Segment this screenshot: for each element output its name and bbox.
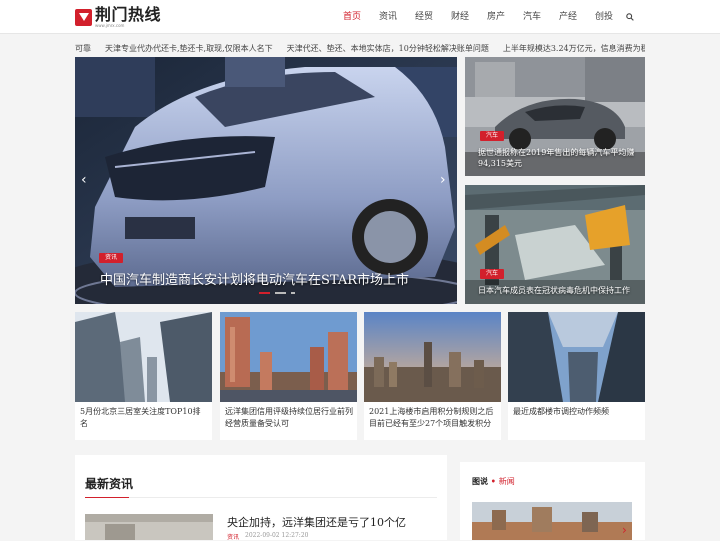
thumb-image bbox=[508, 312, 645, 402]
side-card-tag[interactable]: 汽车 bbox=[480, 131, 505, 141]
nav-item-industry[interactable]: 产经 bbox=[550, 0, 586, 34]
thumb-card[interactable]: 远洋集团信用评级持续位居行业前列 经营质量备受认可 bbox=[220, 312, 357, 440]
side-card[interactable]: 汽车 据世通报称在2019年售出的每辆汽车平均赚94,315美元 bbox=[465, 57, 645, 176]
thumb-title[interactable]: 远洋集团信用评级持续位居行业前列 经营质量备受认可 bbox=[225, 406, 353, 430]
section-heading: 最新资讯 bbox=[85, 477, 134, 491]
aside-sep: • bbox=[490, 476, 496, 486]
ticker-item[interactable]: 上半年规模达3.24万亿元，信息消费为稳增长赋能 bbox=[503, 43, 645, 57]
aside-tab[interactable]: 新闻 bbox=[499, 477, 515, 486]
ticker-item[interactable]: 天津专业代办代还卡,垫还卡,取现,仅限本人名下 bbox=[105, 43, 273, 57]
thumb-card[interactable]: 2021上海楼市启用积分制规则之后目前已经有至少27个项目触发积分 bbox=[364, 312, 501, 440]
side-card[interactable]: 汽车 日本汽车成员表在冠状病毒危机中保持工作 bbox=[465, 185, 645, 304]
chevron-left-icon[interactable]: ‹ bbox=[81, 173, 87, 187]
divider bbox=[85, 497, 437, 498]
side-card-title[interactable]: 日本汽车成员表在冠状病毒危机中保持工作 bbox=[478, 285, 643, 296]
news-ticker: 可靠 天津专业代办代还卡,垫还卡,取现,仅限本人名下 天津代还、垫还、本地实体店… bbox=[75, 43, 645, 57]
nav-item-finance[interactable]: 财经 bbox=[442, 0, 478, 34]
thumb-title[interactable]: 最近成都楼市调控动作频频 bbox=[513, 406, 641, 418]
chevron-right-icon: › bbox=[622, 523, 627, 537]
latest-news-section: 最新资讯 央企加持，远洋集团还是亏了10个亿 资讯 2022-09-02 12:… bbox=[75, 455, 447, 541]
slider-dot[interactable] bbox=[291, 292, 295, 294]
hero-tag[interactable]: 资讯 bbox=[99, 253, 124, 263]
chevron-right-icon[interactable]: › bbox=[440, 173, 446, 187]
news-thumb[interactable] bbox=[85, 514, 213, 540]
slider-dot[interactable] bbox=[275, 292, 286, 294]
slider-dots bbox=[259, 292, 295, 294]
logo-icon bbox=[75, 9, 92, 26]
thumb-card[interactable]: 5月份北京三居室关注度TOP10排名 bbox=[75, 312, 212, 440]
nav-item-realestate[interactable]: 房产 bbox=[478, 0, 514, 34]
nav-item-auto[interactable]: 汽车 bbox=[514, 0, 550, 34]
site-logo[interactable]: 荆门热线 www.jmrx.com bbox=[75, 7, 161, 28]
site-header: 荆门热线 www.jmrx.com 首页 资讯 经贸 财经 房产 汽车 产经 创… bbox=[0, 0, 720, 34]
divider-accent bbox=[85, 497, 129, 498]
thumb-image bbox=[364, 312, 501, 402]
thumb-card[interactable]: 最近成都楼市调控动作频频 bbox=[508, 312, 645, 440]
nav-item-news[interactable]: 资讯 bbox=[370, 0, 406, 34]
hero-slider[interactable]: 资讯 中国汽车制造商长安计划将电动汽车在STAR市场上市 ‹ › bbox=[75, 57, 457, 304]
nav-item-trade[interactable]: 经贸 bbox=[406, 0, 442, 34]
aside-heading: 图说 • 新闻 bbox=[472, 476, 515, 487]
thumb-image bbox=[75, 312, 212, 402]
aside-label: 图说 bbox=[472, 476, 488, 486]
thumb-title[interactable]: 5月份北京三居室关注度TOP10排名 bbox=[80, 406, 208, 430]
nav-item-venture[interactable]: 创投 bbox=[586, 0, 622, 34]
site-name: 荆门热线 bbox=[95, 5, 162, 24]
nav-item-home[interactable]: 首页 bbox=[334, 0, 370, 34]
main-nav: 首页 资讯 经贸 财经 房产 汽车 产经 创投 bbox=[334, 0, 622, 34]
ticker-item[interactable]: 天津代还、垫还、本地实体店，10分钟轻松解决账单问题 bbox=[287, 43, 489, 57]
search-icon[interactable] bbox=[626, 13, 634, 21]
thumb-image bbox=[220, 312, 357, 402]
slider-dot-active[interactable] bbox=[259, 292, 270, 294]
ticker-item[interactable]: 可靠 bbox=[75, 43, 91, 57]
thumb-title[interactable]: 2021上海楼市启用积分制规则之后目前已经有至少27个项目触发积分 bbox=[369, 406, 497, 430]
aside-image[interactable]: › bbox=[472, 502, 632, 540]
news-title[interactable]: 央企加持，远洋集团还是亏了10个亿 bbox=[227, 514, 406, 530]
side-card-title[interactable]: 据世通报称在2019年售出的每辆汽车平均赚94,315美元 bbox=[478, 147, 638, 169]
hero-title[interactable]: 中国汽车制造商长安计划将电动汽车在STAR市场上市 bbox=[100, 269, 430, 288]
aside-panel: 图说 • 新闻 › bbox=[460, 462, 645, 540]
hero-image bbox=[75, 57, 457, 304]
side-card-tag[interactable]: 汽车 bbox=[480, 269, 505, 279]
